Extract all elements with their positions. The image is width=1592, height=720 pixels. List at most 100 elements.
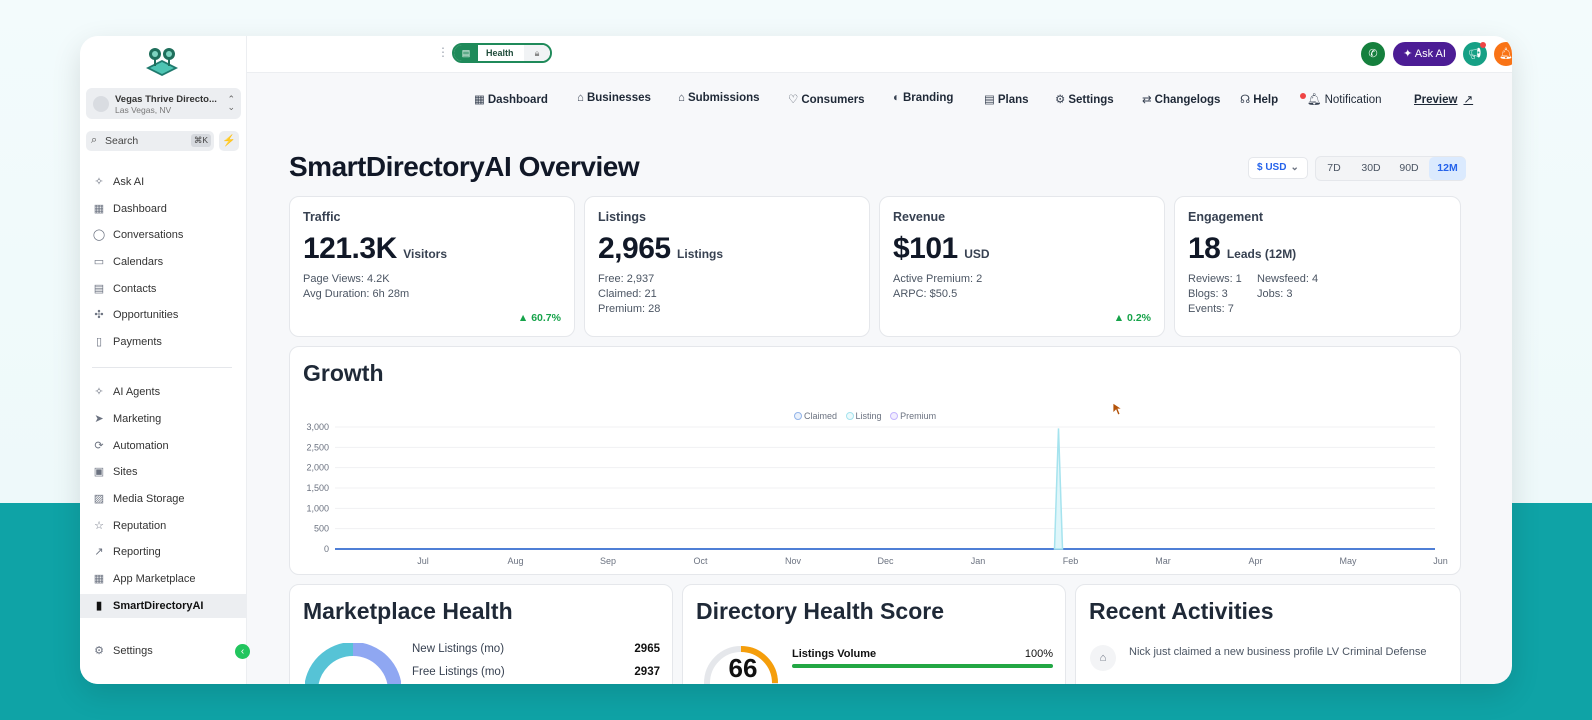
x-tick-label: Apr: [1248, 556, 1262, 566]
revenue-active-premium: Active Premium: 2: [893, 273, 983, 285]
sidebar-item-label: SmartDirectoryAI: [113, 600, 204, 612]
quick-action-bolt-icon[interactable]: ⚡: [219, 131, 239, 151]
bell-icon: 🔔︎: [1307, 94, 1322, 106]
currency-select[interactable]: $ USD ⌄: [1248, 157, 1308, 179]
revenue-card: Revenue $101 USD Active Premium: 2 ARPC:…: [879, 196, 1165, 337]
nav-businesses[interactable]: ⌂ Businesses: [577, 92, 651, 104]
range-30d[interactable]: 30D: [1352, 157, 1390, 180]
sidebar-item-conversations[interactable]: ◯ Conversations: [80, 223, 247, 247]
notifications-button[interactable]: 🔔︎: [1494, 42, 1512, 66]
sidebar-item-dashboard[interactable]: ▦ Dashboard: [80, 197, 247, 221]
sidebar-item-label: Reporting: [113, 546, 161, 558]
nav-label: Settings: [1068, 94, 1114, 106]
donut-segment-other: [352, 643, 401, 684]
sidebar-item-reputation[interactable]: ☆ Reputation: [80, 514, 247, 538]
sidebar-item-automation[interactable]: ⟳ Automation: [80, 434, 247, 458]
app-window: Vegas Thrive Directo... Las Vegas, NV ⌃ ⌄…: [80, 36, 1512, 684]
sidebar-item-label: Calendars: [113, 256, 164, 268]
traffic-avg-duration: Avg Duration: 6h 28m: [303, 288, 410, 300]
revenue-details: Active Premium: 2 ARPC: $50.5: [893, 272, 982, 302]
sparkle-icon: ✧: [94, 176, 104, 188]
x-tick-label: Jul: [417, 556, 429, 566]
location-name: Vegas Thrive Directo...: [115, 94, 217, 105]
engagement-card: Engagement 18 Leads (12M) Reviews: 1 Blo…: [1174, 196, 1461, 337]
ask-ai-button[interactable]: ✦ Ask AI: [1393, 42, 1456, 66]
sidebar-item-app-marketplace[interactable]: ▦ App Marketplace: [80, 567, 247, 591]
sidebar-item-media-storage[interactable]: ▨ Media Storage: [80, 487, 247, 511]
nav-submissions[interactable]: ⌂ Submissions: [678, 92, 760, 104]
nav-dashboard[interactable]: ▦ Dashboard: [474, 92, 548, 106]
traffic-page-views: Page Views: 4.2K: [303, 273, 390, 285]
sidebar-item-label: Opportunities: [113, 309, 179, 321]
health-icon: ▤: [454, 45, 478, 61]
location-city: Las Vegas, NV: [115, 105, 172, 115]
health-toggle[interactable]: ▤ Health 🔒︎: [452, 43, 552, 63]
x-tick-label: Nov: [785, 556, 802, 566]
sidebar-item-calendars[interactable]: ▭ Calendars: [80, 250, 247, 274]
trend-icon: ↗: [94, 546, 104, 558]
sidebar-item-smartdirectoryai[interactable]: ▮ SmartDirectoryAI: [80, 594, 247, 618]
marketplace-title: Marketplace Health: [303, 598, 513, 624]
range-7d[interactable]: 7D: [1316, 157, 1352, 180]
sidebar-item-label: Dashboard: [113, 203, 167, 215]
apps-icon: ▦: [93, 573, 105, 585]
phone-button[interactable]: ✆: [1361, 42, 1385, 66]
nav-settings[interactable]: ⚙ Settings: [1055, 92, 1114, 106]
activity-item[interactable]: Nick just claimed a new business profile…: [1129, 646, 1429, 659]
nav-plans[interactable]: ▤ Plans: [984, 92, 1029, 106]
sidebar-collapse-button[interactable]: ‹: [235, 644, 250, 659]
nav-label: Consumers: [801, 94, 865, 106]
recent-activities-card: Recent Activities ⌂ Nick just claimed a …: [1075, 584, 1461, 684]
sidebar-item-opportunities[interactable]: ✣ Opportunities: [80, 303, 247, 327]
sidebar-item-settings[interactable]: ⚙ Settings: [80, 639, 247, 663]
traffic-title: Traffic: [303, 210, 341, 224]
nav-label: Help: [1253, 94, 1279, 106]
nav-preview[interactable]: Preview ↗: [1414, 92, 1473, 106]
nav-changelogs[interactable]: ⇄ Changelogs: [1142, 92, 1220, 106]
sidebar-item-marketing[interactable]: ➤ Marketing: [80, 407, 247, 431]
health-metric-bar: [792, 664, 1053, 668]
sidebar-search[interactable]: ⌕ Search ⌘K: [86, 131, 214, 151]
marketplace-row-label: Free Listings (mo): [412, 666, 505, 678]
nav-label: Branding: [902, 92, 954, 104]
send-icon: ➤: [94, 413, 104, 425]
palette-icon: ◐: [893, 92, 900, 104]
sidebar-item-label: Conversations: [113, 229, 184, 241]
contacts-icon: ▤: [93, 283, 105, 295]
marketplace-row: New Listings (mo) 2965: [412, 643, 660, 655]
sidebar-item-label: App Marketplace: [113, 573, 196, 585]
nav-consumers[interactable]: ♡ Consumers: [788, 92, 865, 106]
nav-help[interactable]: ☊ Help: [1240, 92, 1278, 106]
sidebar-item-ask-ai[interactable]: ✧ Ask AI: [80, 170, 247, 194]
nav-label: Changelogs: [1154, 94, 1221, 106]
sidebar-item-ai-agents[interactable]: ✧ AI Agents: [80, 380, 247, 404]
sidebar-item-label: Marketing: [113, 413, 162, 425]
sidebar-item-reporting[interactable]: ↗ Reporting: [80, 540, 247, 564]
headset-icon: ☊: [1240, 94, 1251, 106]
engagement-title: Engagement: [1188, 210, 1264, 224]
range-90d[interactable]: 90D: [1390, 157, 1428, 180]
megaphone-icon: 📢︎: [1468, 48, 1482, 60]
star-icon: ☆: [94, 520, 104, 532]
health-label: Health: [486, 48, 514, 58]
sidebar-item-contacts[interactable]: ▤ Contacts: [80, 277, 247, 301]
grid-icon: ▦: [474, 94, 485, 106]
engagement-number: 18: [1188, 232, 1221, 265]
engagement-events: Events: 7: [1188, 303, 1234, 315]
nav-label: Preview: [1414, 94, 1458, 106]
location-switcher[interactable]: Vegas Thrive Directo... Las Vegas, NV ⌃ ⌄: [86, 88, 241, 119]
traffic-value: 121.3K Visitors: [303, 232, 447, 266]
x-tick-label: Mar: [1155, 556, 1171, 566]
y-tick-label: 1,000: [306, 503, 329, 513]
listings-card: Listings 2,965 Listings Free: 2,937 Clai…: [584, 196, 870, 337]
y-tick-label: 0: [324, 544, 329, 554]
swap-icon: ⇄: [1142, 94, 1152, 106]
sidebar-item-payments[interactable]: ▯ Payments: [80, 330, 247, 354]
nav-label: Plans: [997, 94, 1029, 106]
grid-icon: ▦: [93, 203, 105, 215]
nav-notification[interactable]: 🔔︎ Notification: [1307, 92, 1382, 106]
range-12m[interactable]: 12M: [1429, 157, 1466, 180]
gear-icon: ⚙: [94, 645, 104, 657]
sidebar-item-sites[interactable]: ▣ Sites: [80, 460, 247, 484]
nav-branding[interactable]: ◐ Branding: [893, 92, 953, 104]
